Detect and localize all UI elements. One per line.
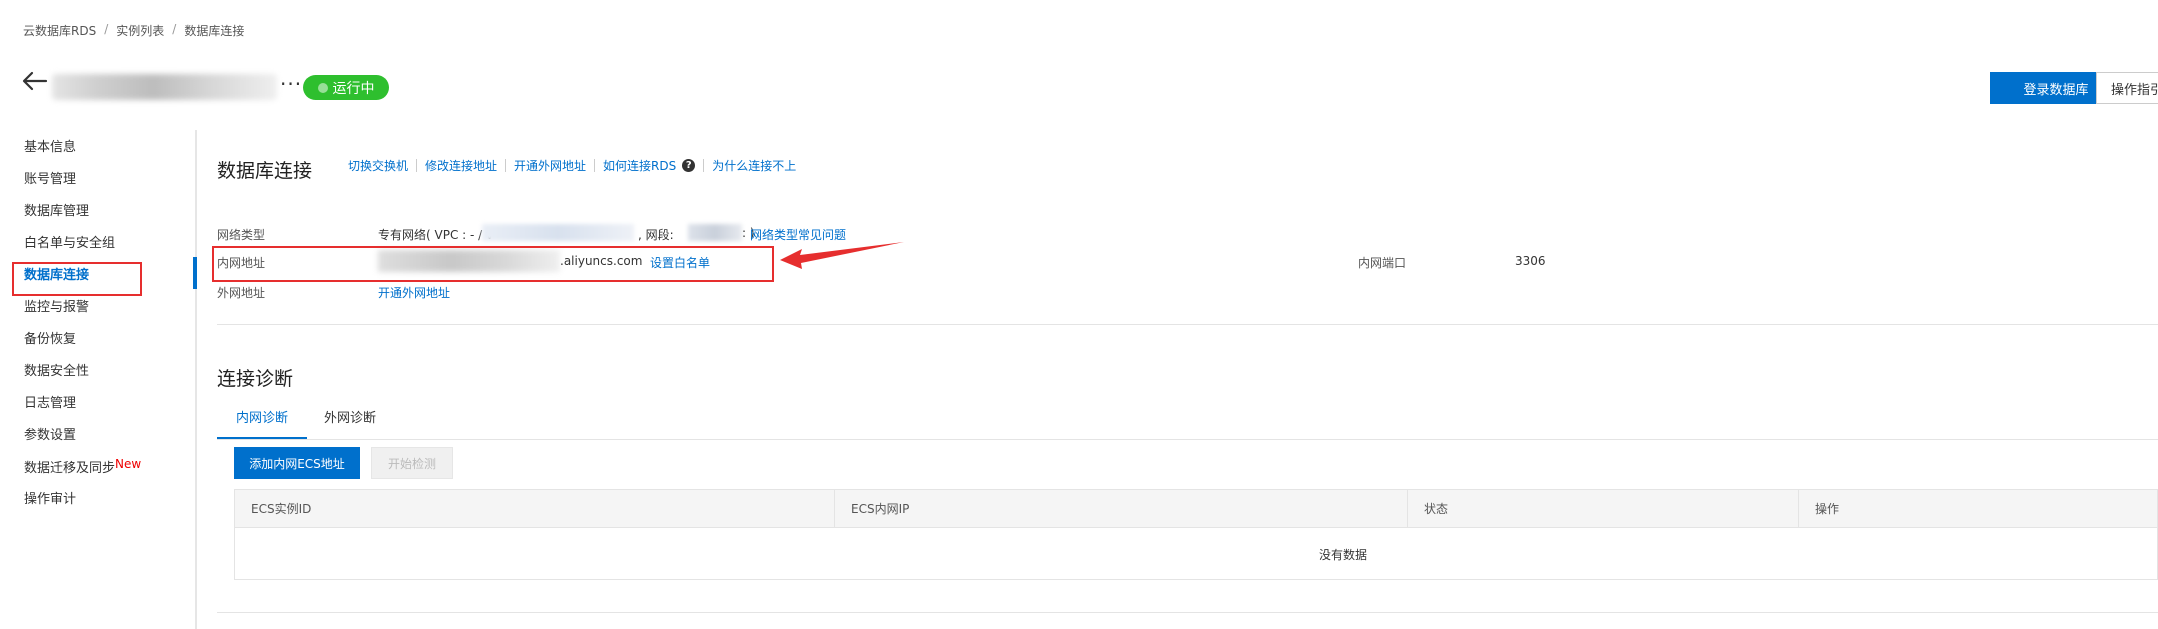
segment-label: , 网段: (638, 228, 674, 242)
link-divider (594, 159, 596, 172)
breadcrumb: 云数据库RDS / 实例列表 / 数据库连接 (23, 22, 244, 39)
intranet-port-value: 3306 (1515, 254, 1546, 268)
section-divider (217, 324, 2158, 325)
section-divider (217, 612, 2158, 613)
sidebar-item-databases[interactable]: 数据库管理 (24, 202, 141, 234)
sidebar-item-parameters[interactable]: 参数设置 (24, 426, 141, 458)
column-actions: 操作 (1815, 502, 1840, 516)
link-divider (416, 159, 418, 172)
breadcrumb-instance-list[interactable]: 实例列表 (116, 22, 164, 39)
start-check-button[interactable]: 开始检测 (371, 447, 453, 479)
annotation-highlight-box (212, 246, 774, 282)
modify-address-link[interactable]: 修改连接地址 (425, 157, 497, 174)
annotation-highlight-box (12, 262, 142, 296)
sidebar-item-logs[interactable]: 日志管理 (24, 394, 141, 426)
public-address-label: 外网地址 (217, 286, 266, 300)
tabs-baseline (217, 439, 2158, 440)
status-badge-label: 运行中 (332, 80, 375, 97)
switch-vswitch-link[interactable]: 切换交换机 (348, 157, 408, 174)
sidebar-item-accounts[interactable]: 账号管理 (24, 170, 141, 202)
vpc-id-redacted (482, 224, 634, 241)
link-divider (505, 159, 507, 172)
status-dot-icon (317, 82, 328, 93)
network-type-label: 网络类型 (217, 228, 266, 242)
open-public-address-link[interactable]: 开通外网地址 (378, 284, 450, 301)
sidebar-nav: 基本信息 账号管理 数据库管理 白名单与安全组 数据库连接 监控与报警 备份恢复… (24, 138, 141, 522)
column-ecs-instance-id: ECS实例ID (251, 502, 312, 516)
connection-action-links: 切换交换机 修改连接地址 开通外网地址 如何连接RDS ? 为什么连接不上 (348, 157, 796, 174)
ecs-table: ECS实例ID ECS内网IP 状态 操作 没有数据 (234, 489, 2158, 580)
tab-intranet-diagnosis[interactable]: 内网诊断 (217, 406, 307, 439)
breadcrumb-separator: / (104, 22, 109, 36)
sidebar-item-basic-info[interactable]: 基本信息 (24, 138, 141, 170)
breadcrumb-separator: / (172, 22, 177, 36)
column-status: 状态 (1424, 502, 1449, 516)
segment-redacted (688, 224, 742, 241)
why-cannot-connect-link[interactable]: 为什么连接不上 (712, 157, 796, 174)
table-header: ECS实例ID ECS内网IP 状态 操作 (235, 490, 2157, 528)
enable-public-address-link[interactable]: 开通外网地址 (514, 157, 586, 174)
table-empty-text: 没有数据 (1319, 548, 1368, 562)
network-type-value: 专有网络( VPC : - / v (378, 228, 494, 242)
new-badge: New (115, 457, 142, 471)
breadcrumb-rds[interactable]: 云数据库RDS (23, 22, 96, 39)
column-ecs-intranet-ip: ECS内网IP (851, 502, 910, 516)
how-to-connect-link[interactable]: 如何连接RDS (603, 157, 676, 174)
sidebar-item-data-security[interactable]: 数据安全性 (24, 362, 141, 394)
back-arrow-icon[interactable] (22, 70, 48, 92)
section-title-diagnosis: 连接诊断 (217, 368, 294, 390)
section-title-db-connection: 数据库连接 (217, 160, 313, 182)
sidebar-item-monitoring[interactable]: 监控与报警 (24, 298, 141, 330)
more-icon[interactable]: ··· (280, 74, 302, 94)
help-icon[interactable]: ? (682, 159, 696, 172)
sidebar-item-backup[interactable]: 备份恢复 (24, 330, 141, 362)
sidebar-item-migration-label: 数据迁移及同步 (24, 461, 116, 476)
add-ecs-address-button[interactable]: 添加内网ECS地址 (234, 447, 360, 479)
instance-name-redacted (52, 74, 277, 100)
annotation-arrow-icon (780, 242, 904, 269)
breadcrumb-current: 数据库连接 (184, 24, 245, 38)
sidebar-active-indicator (193, 257, 197, 289)
intranet-port-label: 内网端口 (1358, 256, 1407, 270)
sidebar-item-migration[interactable]: 数据迁移及同步New (24, 457, 142, 490)
link-divider (703, 159, 705, 172)
operation-guide-button[interactable]: 操作指引 (2096, 72, 2158, 104)
tab-public-diagnosis[interactable]: 外网诊断 (315, 406, 385, 439)
status-badge: 运行中 (303, 75, 389, 100)
sidebar-item-audit[interactable]: 操作审计 (24, 490, 141, 522)
